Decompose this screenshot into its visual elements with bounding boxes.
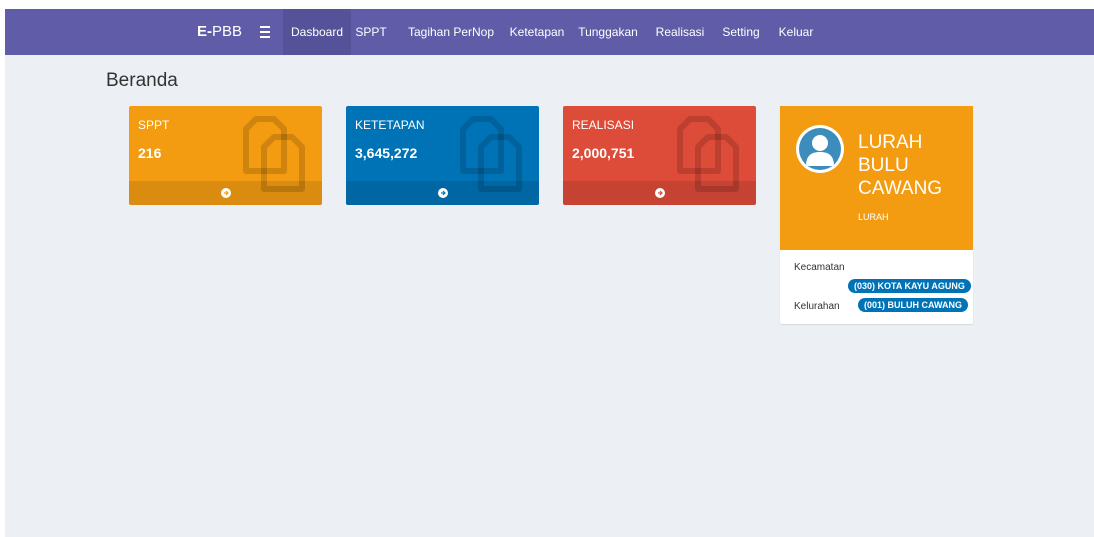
user-profile-widget: LURAH BULU CAWANG LURAH Kecamatan (030) …: [780, 106, 973, 324]
nav-dasboard[interactable]: Dasboard: [283, 9, 351, 55]
box-value: 2,000,751: [572, 145, 635, 161]
nav-tagihan-pernop[interactable]: Tagihan PerNop: [403, 9, 499, 55]
brand-bold-text: E-: [197, 23, 212, 40]
kelurahan-label: Kelurahan: [794, 301, 840, 312]
user-avatar-icon: [796, 125, 844, 173]
nav-sppt[interactable]: SPPT: [351, 9, 391, 55]
realisasi-more-info-button[interactable]: [563, 181, 756, 205]
nav-keluar[interactable]: Keluar: [772, 9, 820, 55]
sppt-more-info-button[interactable]: [129, 181, 322, 205]
kecamatan-badge: (030) KOTA KAYU AGUNG: [848, 279, 971, 293]
ketetapan-box: KETETAPAN 3,645,272: [346, 106, 539, 205]
box-label: REALISASI: [572, 118, 635, 132]
nav-tunggakan[interactable]: Tunggakan: [575, 9, 641, 55]
profile-name-line: BULU: [858, 155, 909, 176]
kelurahan-badge: (001) BULUH CAWANG: [858, 298, 969, 312]
profile-role: LURAH: [858, 212, 889, 222]
nav-setting[interactable]: Setting: [717, 9, 765, 55]
realisasi-box: REALISASI 2,000,751: [563, 106, 756, 205]
sidebar-toggle-icon[interactable]: [260, 9, 276, 55]
box-label: SPPT: [138, 118, 170, 132]
profile-header: LURAH BULU CAWANG LURAH: [780, 106, 973, 250]
kecamatan-label: Kecamatan: [794, 262, 845, 273]
ketetapan-more-info-button[interactable]: [346, 181, 539, 205]
arrow-circle-right-icon: [220, 188, 231, 198]
profile-name-line: LURAH: [858, 132, 923, 153]
profile-name-line: CAWANG: [858, 178, 943, 199]
brand-text: PBB: [212, 23, 243, 40]
box-label: KETETAPAN: [355, 118, 425, 132]
app-frame: E-PBB Dasboard SPPT Tagihan PerNop Ketet…: [5, 9, 1094, 537]
sppt-box: SPPT 216: [129, 106, 322, 205]
box-value: 216: [138, 145, 162, 161]
nav-realisasi[interactable]: Realisasi: [652, 9, 708, 55]
page-title: Beranda: [106, 70, 178, 91]
nav-ketetapan[interactable]: Ketetapan: [505, 9, 569, 55]
brand-logo[interactable]: E-PBB: [197, 9, 242, 55]
top-navbar: E-PBB Dasboard SPPT Tagihan PerNop Ketet…: [5, 9, 1094, 55]
profile-name: LURAH BULU CAWANG: [858, 131, 958, 200]
arrow-circle-right-icon: [654, 188, 665, 198]
box-value: 3,645,272: [355, 145, 418, 161]
arrow-circle-right-icon: [437, 188, 448, 198]
